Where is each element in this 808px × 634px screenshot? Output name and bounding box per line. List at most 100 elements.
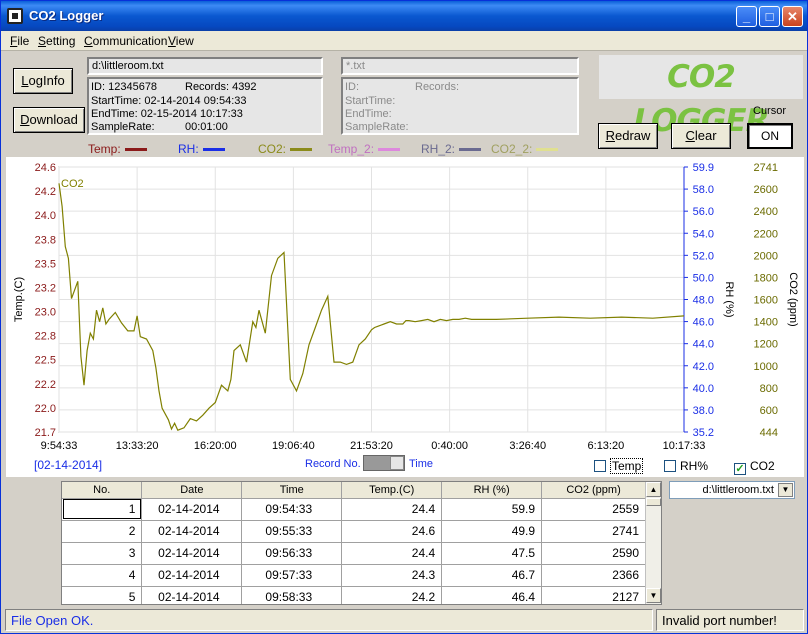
table-row[interactable]: 1 02-14-2014 09:54:33 24.4 59.9 2559 <box>62 498 646 521</box>
file1-rate-label: SampleRate: <box>91 121 155 133</box>
col-temp[interactable]: Temp.(C) <box>341 482 443 499</box>
maximize-button[interactable]: □ <box>759 6 780 27</box>
col-date[interactable]: Date <box>141 482 243 499</box>
table-row[interactable]: 5 02-14-2014 09:58:33 24.2 46.4 2127 <box>62 586 646 604</box>
temp-checkbox[interactable]: Temp <box>594 458 644 474</box>
rh-tick-label: 35.2 <box>693 427 714 439</box>
cell-date[interactable]: 02-14-2014 <box>141 498 243 521</box>
chevron-down-icon[interactable]: ▼ <box>778 483 793 497</box>
temp-tick-label: 23.2 <box>35 282 56 294</box>
co2-tick-label: 2000 <box>754 250 778 262</box>
co2-tick-label: 1800 <box>754 272 778 284</box>
cell-co2[interactable]: 2559 <box>541 498 646 521</box>
cell-temp[interactable]: 24.3 <box>341 564 443 587</box>
cell-temp[interactable]: 24.6 <box>341 520 443 543</box>
co2-tick-label: 1600 <box>754 295 778 307</box>
minimize-button[interactable]: _ <box>736 6 757 27</box>
y-left-axis-label: Temp.(C) <box>13 277 25 322</box>
status-left: File Open OK. <box>5 609 653 631</box>
cell-co2[interactable]: 2127 <box>541 586 646 604</box>
file1-info: ID: 12345678 Records: 4392 StartTime: 02… <box>87 77 323 135</box>
cell-time[interactable]: 09:58:33 <box>241 586 343 604</box>
legend-co2-2: CO2_2: <box>491 142 559 156</box>
cell-rh[interactable]: 46.4 <box>441 586 543 604</box>
x-tick-label: 13:33:20 <box>116 440 159 452</box>
menu-view[interactable]: View <box>168 34 194 48</box>
col-time[interactable]: Time <box>241 482 343 499</box>
x-tick-label: 19:06:40 <box>272 440 315 452</box>
temp-tick-label: 24.2 <box>35 186 56 198</box>
legend-rh: RH: <box>178 142 225 156</box>
temp-checkbox-box[interactable] <box>594 460 606 472</box>
cell-co2[interactable]: 2741 <box>541 520 646 543</box>
cell-time[interactable]: 09:55:33 <box>241 520 343 543</box>
toggle-thumb[interactable] <box>390 456 404 470</box>
menu-setting[interactable]: Setting <box>38 34 75 48</box>
file2-path[interactable]: *.txt <box>341 57 579 75</box>
table-row[interactable]: 2 02-14-2014 09:55:33 24.6 49.9 2741 <box>62 520 646 543</box>
cell-no[interactable]: 5 <box>62 586 143 604</box>
cell-temp[interactable]: 24.4 <box>341 542 443 565</box>
cell-time[interactable]: 09:54:33 <box>241 498 343 521</box>
co2-checkbox-box[interactable]: ✓ <box>734 463 746 475</box>
col-co2[interactable]: CO2 (ppm) <box>541 482 646 499</box>
co2-tick-label: 2200 <box>754 228 778 240</box>
temp-tick-label: 22.5 <box>35 355 56 367</box>
cell-temp[interactable]: 24.2 <box>341 586 443 604</box>
scroll-down-icon[interactable]: ▼ <box>646 588 661 603</box>
cell-rh[interactable]: 46.7 <box>441 564 543 587</box>
chart-svg[interactable]: 9:54:33 13:33:20 16:20:00 19:06:40 21:53:20 0… <box>6 157 804 477</box>
col-no[interactable]: No. <box>62 482 143 499</box>
cursor-toggle[interactable]: ON <box>747 123 793 149</box>
rh-checkbox-box[interactable] <box>664 460 676 472</box>
cell-time[interactable]: 09:57:33 <box>241 564 343 587</box>
rh-tick-label: 42.0 <box>693 361 714 373</box>
cell-date[interactable]: 02-14-2014 <box>141 586 243 604</box>
download-button[interactable]: Download <box>13 107 85 133</box>
cell-time[interactable]: 09:56:33 <box>241 542 343 565</box>
cell-rh[interactable]: 47.5 <box>441 542 543 565</box>
data-table[interactable]: No. Date Time Temp.(C) RH (%) CO2 (ppm) … <box>61 481 662 605</box>
col-rh[interactable]: RH (%) <box>441 482 543 499</box>
co2-tick-label: 600 <box>760 405 778 417</box>
cell-co2[interactable]: 2366 <box>541 564 646 587</box>
cursor-label: Cursor <box>753 105 787 117</box>
scroll-up-icon[interactable]: ▲ <box>646 482 661 497</box>
scroll-thumb[interactable] <box>646 498 661 506</box>
title-bar[interactable]: CO2 Logger _ □ ✕ <box>1 1 807 31</box>
cell-rh[interactable]: 49.9 <box>441 520 543 543</box>
co2-checkbox[interactable]: ✓ CO2 <box>734 459 775 475</box>
rh-tick-label: 56.0 <box>693 206 714 218</box>
cell-temp[interactable]: 24.4 <box>341 498 443 521</box>
rh-checkbox[interactable]: RH% <box>664 459 708 473</box>
file1-records: Records: 4392 <box>185 81 257 93</box>
menu-communication[interactable]: Communication <box>84 34 167 48</box>
table-row[interactable]: 4 02-14-2014 09:57:33 24.3 46.7 2366 <box>62 564 646 587</box>
x-tick-label: 0:40:00 <box>431 440 468 452</box>
co2-tick-label: 444 <box>760 427 778 439</box>
xaxis-mode-toggle[interactable] <box>363 455 405 471</box>
file-select[interactable]: d:\littleroom.txt ▼ <box>669 481 795 499</box>
redraw-button[interactable]: Redraw <box>598 123 658 149</box>
loginfo-button[interactable]: LogInfo <box>13 68 73 94</box>
x-tick-label: 10:17:33 <box>663 440 706 452</box>
cell-no[interactable]: 3 <box>62 542 143 565</box>
file1-path[interactable]: d:\littleroom.txt <box>87 57 323 75</box>
cell-date[interactable]: 02-14-2014 <box>141 564 243 587</box>
close-button[interactable]: ✕ <box>782 6 803 27</box>
cell-rh[interactable]: 59.9 <box>441 498 543 521</box>
cell-no[interactable]: 2 <box>62 520 143 543</box>
status-right: Invalid port number! <box>656 609 804 631</box>
legend-rh2: RH_2: <box>421 142 482 156</box>
cell-no[interactable]: 4 <box>62 564 143 587</box>
cell-date[interactable]: 02-14-2014 <box>141 520 243 543</box>
cell-date[interactable]: 02-14-2014 <box>141 542 243 565</box>
menu-file[interactable]: File <box>10 34 29 48</box>
table-row[interactable]: 3 02-14-2014 09:56:33 24.4 47.5 2590 <box>62 542 646 565</box>
clear-button[interactable]: Clear <box>671 123 731 149</box>
file-select-value: d:\littleroom.txt <box>702 484 774 496</box>
table-scrollbar[interactable]: ▲ ▼ <box>645 482 661 604</box>
chart-area[interactable]: 9:54:33 13:33:20 16:20:00 19:06:40 21:53:20 0… <box>6 157 804 477</box>
cell-no[interactable]: 1 <box>62 498 143 521</box>
cell-co2[interactable]: 2590 <box>541 542 646 565</box>
